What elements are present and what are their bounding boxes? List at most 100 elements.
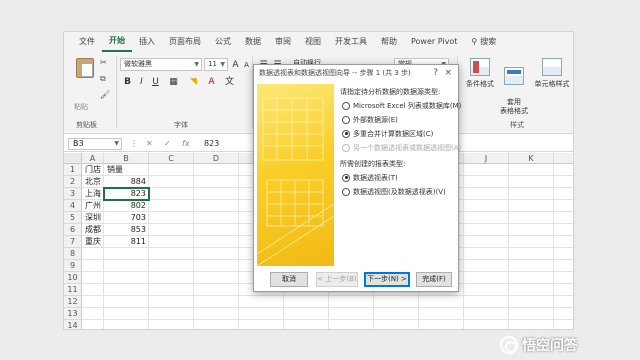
font-size-combo[interactable]: 11 ▼ (204, 58, 228, 71)
pivot-wizard-dialog: 数据透视表和数据透视图向导 -- 步骤 1 (共 3 步) ? × 请指定待分析… (253, 64, 461, 292)
clipboard-group-label: 剪贴板 (76, 121, 97, 129)
column-header[interactable]: B (104, 153, 149, 164)
row-header[interactable]: 1 (64, 164, 82, 176)
store-cell[interactable]: 北京 (85, 176, 101, 188)
row-header[interactable]: 11 (64, 284, 82, 296)
store-cell[interactable]: 重庆 (85, 236, 101, 248)
tab-view[interactable]: 视图 (298, 32, 328, 52)
cancel-button[interactable]: 取消 (270, 272, 308, 287)
column-header[interactable]: A (82, 153, 104, 164)
conditional-format-button[interactable]: 条件格式 (462, 56, 498, 118)
row-header[interactable]: 14 (64, 320, 82, 329)
column-header[interactable]: D (194, 153, 239, 164)
tab-developer[interactable]: 开发工具 (328, 32, 374, 52)
tab-power-pivot[interactable]: Power Pivot (404, 32, 464, 52)
radio-pivot-table[interactable]: 数据透视表(T) (342, 172, 398, 183)
row-header[interactable]: 12 (64, 296, 82, 308)
watermark: 悟空问答 (500, 335, 578, 355)
radio-pivot-chart[interactable]: 数据透视图(及数据透视表)(V) (342, 186, 446, 197)
row-header[interactable]: 9 (64, 260, 82, 272)
cell-styles-button[interactable]: 单元格样式 (532, 56, 572, 118)
tab-data[interactable]: 数据 (238, 32, 268, 52)
name-box[interactable]: B3 ▼ (68, 138, 122, 150)
watermark-text: 悟空问答 (522, 338, 578, 354)
font-color-icon[interactable]: A (206, 76, 217, 88)
store-cell[interactable]: 深圳 (85, 212, 101, 224)
underline-icon[interactable]: U (150, 76, 161, 88)
italic-icon[interactable]: I (136, 76, 147, 88)
ribbon-separator (116, 56, 117, 128)
select-all-corner[interactable] (64, 153, 82, 164)
row-header[interactable]: 5 (64, 212, 82, 224)
search-label: 搜索 (480, 37, 497, 46)
watermark-logo-icon (500, 336, 518, 354)
sales-cell[interactable]: 703 (104, 212, 146, 224)
bold-icon[interactable]: B (122, 76, 133, 88)
conditional-format-label: 条件格式 (466, 80, 494, 88)
row-header[interactable]: 2 (64, 176, 82, 188)
help-icon[interactable]: ? (433, 65, 438, 82)
tab-help[interactable]: 帮助 (374, 32, 404, 52)
tab-formulas[interactable]: 公式 (208, 32, 238, 52)
header-cell-sales[interactable]: 销量 (107, 164, 123, 176)
row-header[interactable]: 4 (64, 200, 82, 212)
shrink-font-icon[interactable]: A (241, 59, 252, 71)
insert-function-icon[interactable]: fx (182, 138, 190, 150)
tab-page-layout[interactable]: 页面布局 (162, 32, 208, 52)
tab-home[interactable]: 开始 (102, 32, 132, 52)
store-cell[interactable]: 广州 (85, 200, 101, 212)
paste-button[interactable] (74, 56, 96, 102)
column-header[interactable]: K (509, 153, 554, 164)
sales-cell[interactable]: 802 (104, 200, 146, 212)
radio-icon (342, 187, 350, 196)
column-header[interactable] (554, 153, 573, 164)
copy-icon[interactable]: ⧉ (100, 74, 112, 83)
format-as-table-button[interactable]: 套用 表格格式 (496, 56, 532, 118)
finish-button[interactable]: 完成(F) (416, 272, 452, 287)
radio-icon (342, 115, 350, 124)
gridline (238, 164, 239, 329)
report-type-question: 所需创建的报表类型: (340, 160, 406, 168)
border-icon[interactable]: ▦ (168, 76, 179, 88)
tab-review[interactable]: 审阅 (268, 32, 298, 52)
grow-font-icon[interactable]: A (230, 59, 241, 71)
radio-icon (342, 143, 350, 152)
sales-cell[interactable]: 811 (104, 236, 146, 248)
row-header[interactable]: 7 (64, 236, 82, 248)
store-cell[interactable]: 上海 (85, 188, 101, 200)
tab-insert[interactable]: 插入 (132, 32, 162, 52)
radio-selected-icon (342, 129, 350, 138)
row-header[interactable]: 13 (64, 308, 82, 320)
sales-cell[interactable]: 853 (104, 224, 146, 236)
font-name-combo[interactable]: 微软雅黑 ▼ (120, 58, 202, 71)
row-header[interactable]: 10 (64, 272, 82, 284)
dialog-title[interactable]: 数据透视表和数据透视图向导 -- 步骤 1 (共 3 步) (254, 65, 458, 82)
radio-external-source[interactable]: 外部数据源(E) (342, 114, 398, 125)
row-header[interactable]: 3 (64, 188, 82, 200)
row-header[interactable]: 8 (64, 248, 82, 260)
format-painter-icon[interactable]: 🖌 (100, 90, 112, 99)
next-button[interactable]: 下一步(N) > (364, 272, 410, 287)
fill-color-icon[interactable]: ◥ (188, 76, 199, 88)
font-size-value: 11 (208, 60, 217, 68)
radio-label: Microsoft Excel 列表或数据库(M) (353, 101, 462, 110)
styles-group-label: 样式 (510, 121, 524, 129)
close-icon[interactable]: × (444, 65, 452, 82)
column-header[interactable]: C (149, 153, 194, 164)
column-header[interactable]: J (464, 153, 509, 164)
format-as-table-label: 套用 表格格式 (500, 98, 528, 115)
header-cell-store[interactable]: 门店 (85, 164, 101, 176)
radio-label: 外部数据源(E) (353, 115, 398, 124)
radio-excel-list[interactable]: Microsoft Excel 列表或数据库(M) (342, 100, 461, 111)
tell-me-search[interactable]: ⚲ 搜索 (464, 32, 503, 52)
confirm-entry-icon[interactable]: ✓ (164, 138, 171, 150)
row-header[interactable]: 6 (64, 224, 82, 236)
radio-multiple-ranges[interactable]: 多重合并计算数据区域(C) (342, 128, 433, 139)
phonetic-icon[interactable]: 文 (224, 76, 235, 88)
cancel-entry-icon[interactable]: ✕ (146, 138, 153, 150)
tab-file[interactable]: 文件 (72, 32, 102, 52)
selected-cell-outline (103, 187, 150, 201)
cut-icon[interactable]: ✂ (100, 58, 112, 67)
name-box-value: B3 (73, 139, 84, 148)
store-cell[interactable]: 成都 (85, 224, 101, 236)
